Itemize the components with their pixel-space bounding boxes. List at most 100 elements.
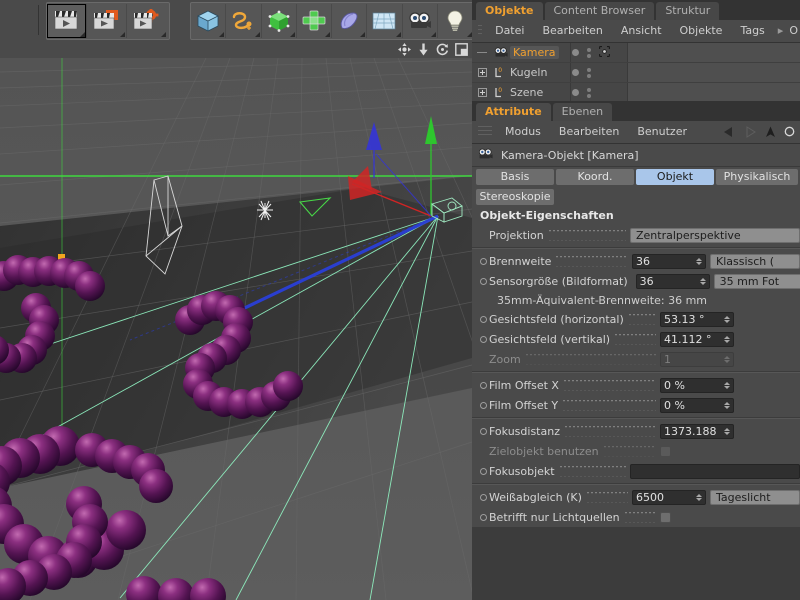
- object-visibility-dots[interactable]: [572, 63, 628, 82]
- input-film-offset-y[interactable]: 0 %: [660, 397, 734, 413]
- zoom-icon[interactable]: [417, 43, 430, 56]
- tab-koord[interactable]: Koord.: [556, 169, 634, 185]
- pan-icon[interactable]: [398, 42, 411, 56]
- up-arrow-icon[interactable]: [764, 126, 777, 138]
- editor-visibility-dot[interactable]: [572, 49, 579, 56]
- button-corner-marker: [325, 32, 331, 37]
- render-region-button[interactable]: [87, 4, 127, 38]
- tab-stereoskopie[interactable]: Stereoskopie: [476, 189, 554, 205]
- add-cube-button[interactable]: [191, 4, 227, 38]
- tab-struktur[interactable]: Struktur: [656, 2, 720, 20]
- animation-track-dot[interactable]: [480, 381, 487, 389]
- tag-area[interactable]: [628, 63, 800, 82]
- dropdown-weissabgleich-preset[interactable]: Tageslicht: [710, 489, 800, 505]
- checkbox-betrifft-nur-lichtquellen[interactable]: [660, 511, 671, 523]
- add-camera-button[interactable]: [403, 4, 438, 38]
- tag-area[interactable]: [628, 43, 800, 62]
- tab-content-browser[interactable]: Content Browser: [544, 2, 655, 20]
- tab-ebenen[interactable]: Ebenen: [552, 103, 613, 121]
- animation-track-dot[interactable]: [480, 513, 487, 521]
- animation-track-dot[interactable]: [480, 493, 487, 501]
- menu-overflow-arrow-icon[interactable]: ▸: [774, 20, 788, 42]
- animation-track-dot[interactable]: [480, 335, 487, 343]
- input-sensorgroesse[interactable]: 36: [635, 273, 710, 289]
- tag-area[interactable]: [628, 83, 800, 102]
- object-label-kamera[interactable]: Kamera: [510, 46, 559, 59]
- stepper-arrows[interactable]: [724, 400, 730, 412]
- input-weissabgleich[interactable]: 6500: [632, 489, 706, 505]
- back-arrow-icon[interactable]: [722, 126, 736, 138]
- input-fokusdistanz[interactable]: 1373.188: [660, 423, 734, 439]
- animation-track-dot[interactable]: [480, 427, 487, 435]
- dropdown-projektion[interactable]: Zentralperspektive: [630, 227, 800, 243]
- panel-gripper-icon[interactable]: [478, 126, 492, 138]
- stepper-arrows[interactable]: [724, 380, 730, 392]
- add-light-button[interactable]: [438, 4, 473, 38]
- animation-track-dot[interactable]: [480, 315, 487, 323]
- add-environment-button[interactable]: [367, 4, 403, 38]
- object-row-kugeln[interactable]: 0 Kugeln: [472, 63, 800, 83]
- object-manager-list[interactable]: Kamera 0 Kugeln 0 Szene: [472, 43, 800, 102]
- dropdown-sensor-preset[interactable]: 35 mm Fot: [713, 273, 800, 289]
- input-gesichtsfeld-horizontal[interactable]: 53.13 °: [660, 311, 734, 327]
- search-icon[interactable]: [784, 126, 796, 138]
- tab-objekt[interactable]: Objekt: [636, 169, 714, 185]
- input-gesichtsfeld-vertikal[interactable]: 41.112 °: [660, 331, 734, 347]
- animation-track-dot[interactable]: [480, 467, 487, 475]
- menu-overflow-next-label[interactable]: O: [787, 20, 800, 42]
- expand-toggle-szene[interactable]: [472, 88, 492, 97]
- object-row-kamera[interactable]: Kamera: [472, 43, 800, 63]
- stepper-arrows[interactable]: [696, 492, 702, 504]
- maximize-icon[interactable]: [455, 42, 468, 56]
- viewport-3d-scene[interactable]: [0, 58, 472, 600]
- stepper-arrows[interactable]: [724, 426, 730, 438]
- editor-visibility-dot[interactable]: [572, 89, 579, 96]
- object-visibility-dots[interactable]: [572, 43, 628, 62]
- add-generator-button[interactable]: [262, 4, 297, 38]
- stepper-arrows[interactable]: [696, 256, 702, 268]
- tab-objekte[interactable]: Objekte: [476, 2, 543, 20]
- menu-ansicht[interactable]: Ansicht: [612, 20, 671, 42]
- menu-objekte[interactable]: Objekte: [671, 20, 732, 42]
- menu-benutzer[interactable]: Benutzer: [628, 121, 696, 143]
- animation-track-dot[interactable]: [480, 257, 487, 265]
- object-visibility-dots[interactable]: [572, 83, 628, 102]
- expand-toggle-kugeln[interactable]: [472, 68, 492, 77]
- menu-modus[interactable]: Modus: [496, 121, 550, 143]
- animation-track-dot[interactable]: [480, 401, 487, 409]
- menu-bearbeiten[interactable]: Bearbeiten: [550, 121, 628, 143]
- panel-gripper-icon[interactable]: [478, 25, 483, 37]
- tab-basis[interactable]: Basis: [476, 169, 554, 185]
- linkfield-fokusobjekt[interactable]: [630, 463, 800, 479]
- tab-physikalisch[interactable]: Physikalisch: [716, 169, 798, 185]
- render-settings-button[interactable]: [127, 4, 167, 38]
- menu-tags[interactable]: Tags: [731, 20, 773, 42]
- stepper-arrows[interactable]: [724, 314, 730, 326]
- object-row-szene[interactable]: 0 Szene: [472, 83, 800, 102]
- forward-arrow-icon[interactable]: [743, 126, 757, 138]
- object-label-szene[interactable]: Szene: [510, 86, 543, 99]
- rotate-icon[interactable]: [436, 43, 449, 56]
- right-panel-column: Objekte Content Browser Struktur Datei B…: [472, 0, 800, 600]
- object-label-kugeln[interactable]: Kugeln: [510, 66, 547, 79]
- camera-tag-icon[interactable]: [599, 45, 610, 60]
- render-visibility-dots[interactable]: [587, 67, 591, 78]
- add-array-button[interactable]: [297, 4, 333, 38]
- stepper-arrows[interactable]: [699, 276, 706, 288]
- render-view-button[interactable]: [47, 4, 87, 38]
- render-visibility-dots[interactable]: [587, 87, 591, 98]
- add-spline-button[interactable]: [226, 4, 262, 38]
- menu-bearbeiten[interactable]: Bearbeiten: [533, 20, 611, 42]
- animation-track-dot[interactable]: [480, 277, 487, 285]
- stepper-arrows[interactable]: [724, 334, 730, 346]
- tab-attribute[interactable]: Attribute: [476, 103, 551, 121]
- add-deformer-button[interactable]: [332, 4, 368, 38]
- input-brennweite[interactable]: 36: [632, 253, 706, 269]
- dropdown-brennweite-preset[interactable]: Klassisch (: [710, 253, 800, 269]
- property-tab-row: Basis Koord. Objekt Physikalisch Stereos…: [472, 167, 800, 205]
- dot-leader: [627, 313, 656, 325]
- editor-visibility-dot[interactable]: [572, 69, 579, 76]
- menu-datei[interactable]: Datei: [486, 20, 533, 42]
- input-film-offset-x[interactable]: 0 %: [660, 377, 734, 393]
- render-visibility-dots[interactable]: [587, 47, 591, 58]
